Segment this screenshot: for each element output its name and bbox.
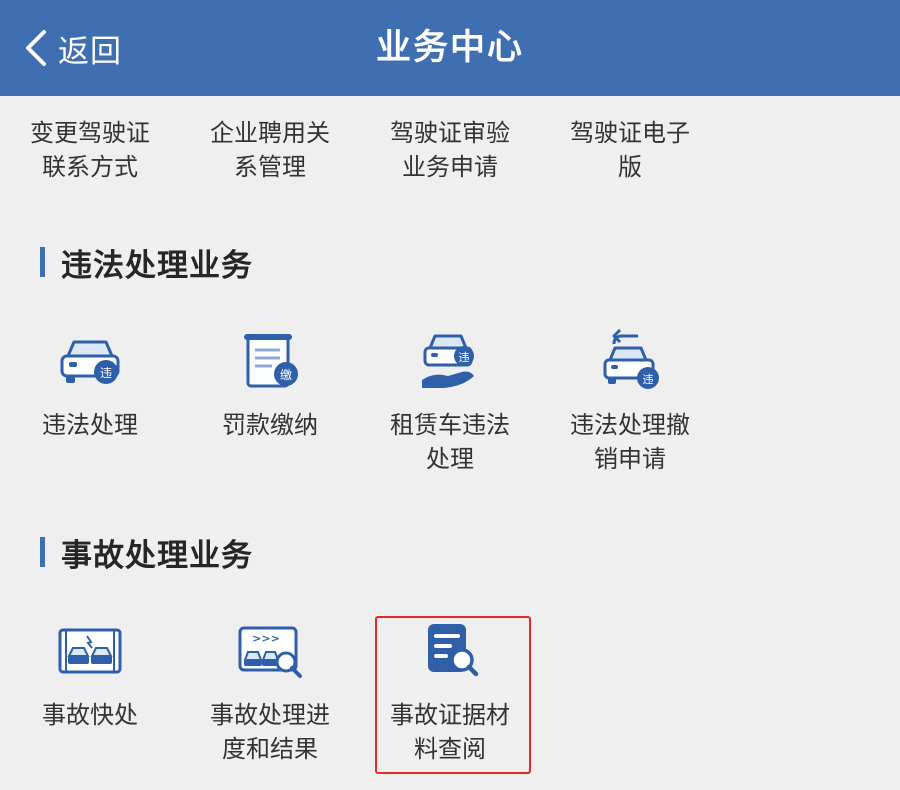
grid-item-violation-handling[interactable]: 违 违法处理 — [0, 326, 180, 442]
accident-progress-icon: >>> — [238, 626, 302, 678]
grid-item-label: 变更驾驶证联系方式 — [30, 119, 150, 181]
grid-item-label: 违法处理 — [42, 411, 138, 439]
grid-item-label: 事故处理进度和结果 — [210, 701, 330, 763]
violation-revoke-icon: 违 — [603, 328, 659, 389]
grid-item-label: 罚款缴纳 — [222, 411, 318, 439]
section-title-text: 违法处理业务 — [61, 247, 253, 284]
grid-item-employment-relation[interactable]: 企业聘用关系管理 — [180, 116, 360, 184]
grid-item-label: 驾驶证电子版 — [570, 119, 690, 181]
svg-text:违: 违 — [643, 373, 654, 386]
page-title: 业务中心 — [375, 28, 524, 68]
svg-text:缴: 缴 — [280, 367, 292, 382]
rental-car-violation-icon: 违 — [422, 334, 474, 388]
car-violation-icon: 违 — [60, 340, 120, 384]
grid-item-label: 企业聘用关系管理 — [210, 119, 330, 181]
fine-payment-icon: 缴 — [244, 334, 298, 388]
grid-item-label: 驾驶证审验业务申请 — [390, 119, 510, 181]
svg-text:违: 违 — [100, 366, 112, 380]
grid-item-license-review[interactable]: 驾驶证审验业务申请 — [360, 116, 540, 184]
grid-item-violation-revoke[interactable]: 违 违法处理撤销申请 — [540, 326, 720, 476]
grid-item-quick-accident[interactable]: 事故快处 — [0, 616, 180, 732]
grid-item-label: 租赁车违法处理 — [390, 411, 510, 473]
grid-item-label: 违法处理撤销申请 — [570, 411, 690, 473]
svg-text:违: 违 — [459, 351, 470, 364]
section-title-violation: 违法处理业务 — [40, 242, 253, 284]
section-title-accident: 事故处理业务 — [40, 532, 253, 574]
section-accent-bar — [40, 247, 45, 277]
grid-item-fine-payment[interactable]: 缴 罚款缴纳 — [180, 326, 360, 442]
grid-item-change-license-contact[interactable]: 变更驾驶证联系方式 — [0, 116, 180, 184]
grid-item-label: 事故证据材料查阅 — [390, 701, 510, 763]
grid-item-rental-car-violation[interactable]: 违 租赁车违法处理 — [360, 326, 540, 476]
section-accent-bar — [40, 537, 45, 567]
evidence-search-icon — [428, 624, 479, 677]
grid-item-accident-evidence[interactable]: 事故证据材料查阅 — [360, 616, 540, 766]
quick-accident-icon — [58, 628, 122, 674]
svg-text:>>>: >>> — [252, 632, 280, 645]
grid-item-accident-progress[interactable]: >>> 事故处理进度和结果 — [180, 616, 360, 766]
section-title-text: 事故处理业务 — [61, 537, 253, 574]
grid-item-electronic-license[interactable]: 驾驶证电子版 — [540, 116, 720, 184]
top-bar: 返回 业务中心 — [0, 0, 900, 96]
grid-item-label: 事故快处 — [42, 701, 138, 729]
